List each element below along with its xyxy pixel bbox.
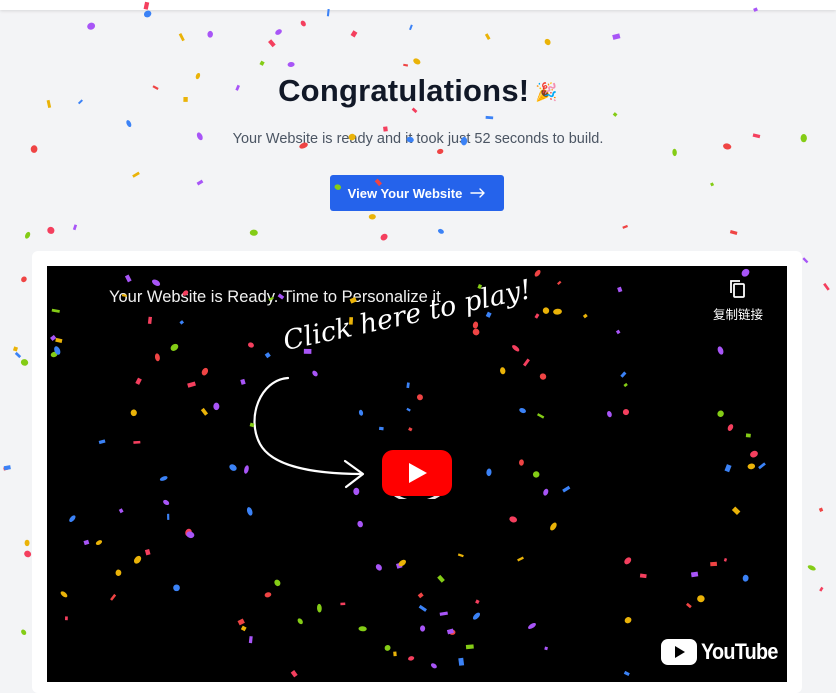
view-website-label: View Your Website <box>347 185 463 201</box>
confetti-piece <box>21 276 27 283</box>
confetti-piece <box>3 466 9 471</box>
click-to-play-text: Click here to play! <box>280 274 535 357</box>
party-popper-icon: 🎉 <box>535 82 558 103</box>
copy-icon <box>730 280 745 298</box>
copy-link-button[interactable]: 复制链接 <box>705 278 771 323</box>
build-time-message: Your Website is ready and it took just 5… <box>232 131 604 147</box>
title-text: Congratulations! <box>278 73 530 108</box>
confetti-piece <box>12 346 19 352</box>
confetti-piece <box>20 359 29 366</box>
confetti-piece <box>24 550 32 558</box>
curved-arrow-icon <box>253 376 365 489</box>
confetti-piece <box>823 282 830 291</box>
confetti-piece <box>819 586 824 592</box>
confetti-piece <box>21 629 27 636</box>
page-title: Congratulations! 🎉 <box>0 73 836 109</box>
confetti-piece <box>24 539 30 547</box>
youtube-video-player[interactable]: Your Website is Ready. Time to Personali… <box>47 266 787 682</box>
confetti-piece <box>807 565 816 571</box>
youtube-play-icon[interactable] <box>381 449 453 499</box>
youtube-logo-icon <box>661 639 697 665</box>
copy-link-label: 复制链接 <box>712 308 763 322</box>
confetti-piece <box>3 465 11 471</box>
confetti-piece <box>14 351 22 359</box>
youtube-logo[interactable]: YouTube <box>661 639 786 665</box>
congrats-hero: Congratulations! 🎉 Your Website is ready … <box>0 0 836 250</box>
confetti-piece <box>802 257 809 264</box>
view-website-button[interactable]: View Your Website <box>330 175 504 211</box>
youtube-wordmark: YouTube <box>701 639 778 664</box>
arrow-right-icon <box>470 188 486 198</box>
confetti-piece <box>818 507 824 512</box>
